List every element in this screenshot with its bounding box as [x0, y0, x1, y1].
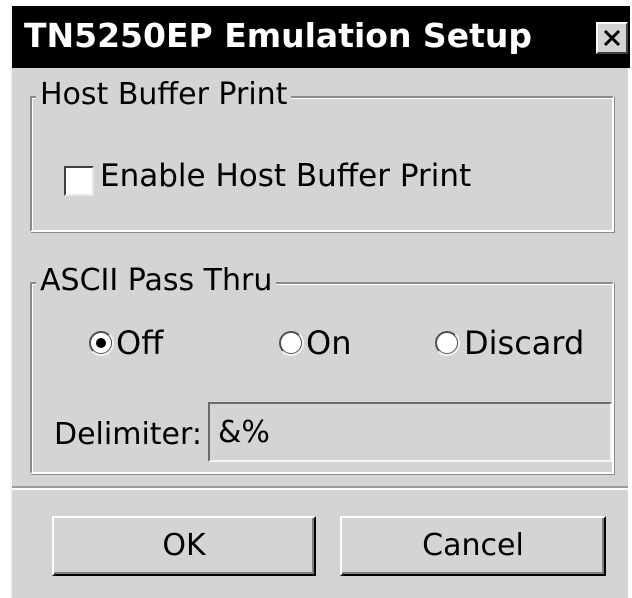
radio-off-label[interactable]: Off [116, 324, 163, 362]
dialog-separator [12, 486, 628, 490]
delimiter-input[interactable] [208, 402, 612, 462]
host-buffer-print-legend: Host Buffer Print [36, 78, 292, 112]
title-bar[interactable]: TN5250EP Emulation Setup [12, 6, 630, 68]
radio-on[interactable] [278, 330, 304, 356]
ok-button[interactable]: OK [52, 516, 316, 576]
radio-discard-label[interactable]: Discard [464, 324, 584, 362]
radio-off[interactable] [88, 330, 114, 356]
window-title: TN5250EP Emulation Setup [24, 16, 532, 55]
radio-discard[interactable] [434, 330, 460, 356]
cancel-button[interactable]: Cancel [340, 516, 606, 576]
radio-on-label[interactable]: On [306, 324, 351, 362]
emulation-setup-dialog: TN5250EP Emulation Setup Host Buffer Pri… [10, 6, 630, 598]
close-x-icon [603, 29, 621, 47]
delimiter-label: Delimiter: [54, 417, 202, 452]
ascii-pass-thru-legend: ASCII Pass Thru [36, 264, 277, 298]
radio-off-dot [96, 338, 106, 348]
enable-host-buffer-print-label[interactable]: Enable Host Buffer Print [100, 157, 471, 195]
enable-host-buffer-print-checkbox[interactable] [64, 166, 94, 196]
close-button[interactable] [596, 22, 628, 54]
